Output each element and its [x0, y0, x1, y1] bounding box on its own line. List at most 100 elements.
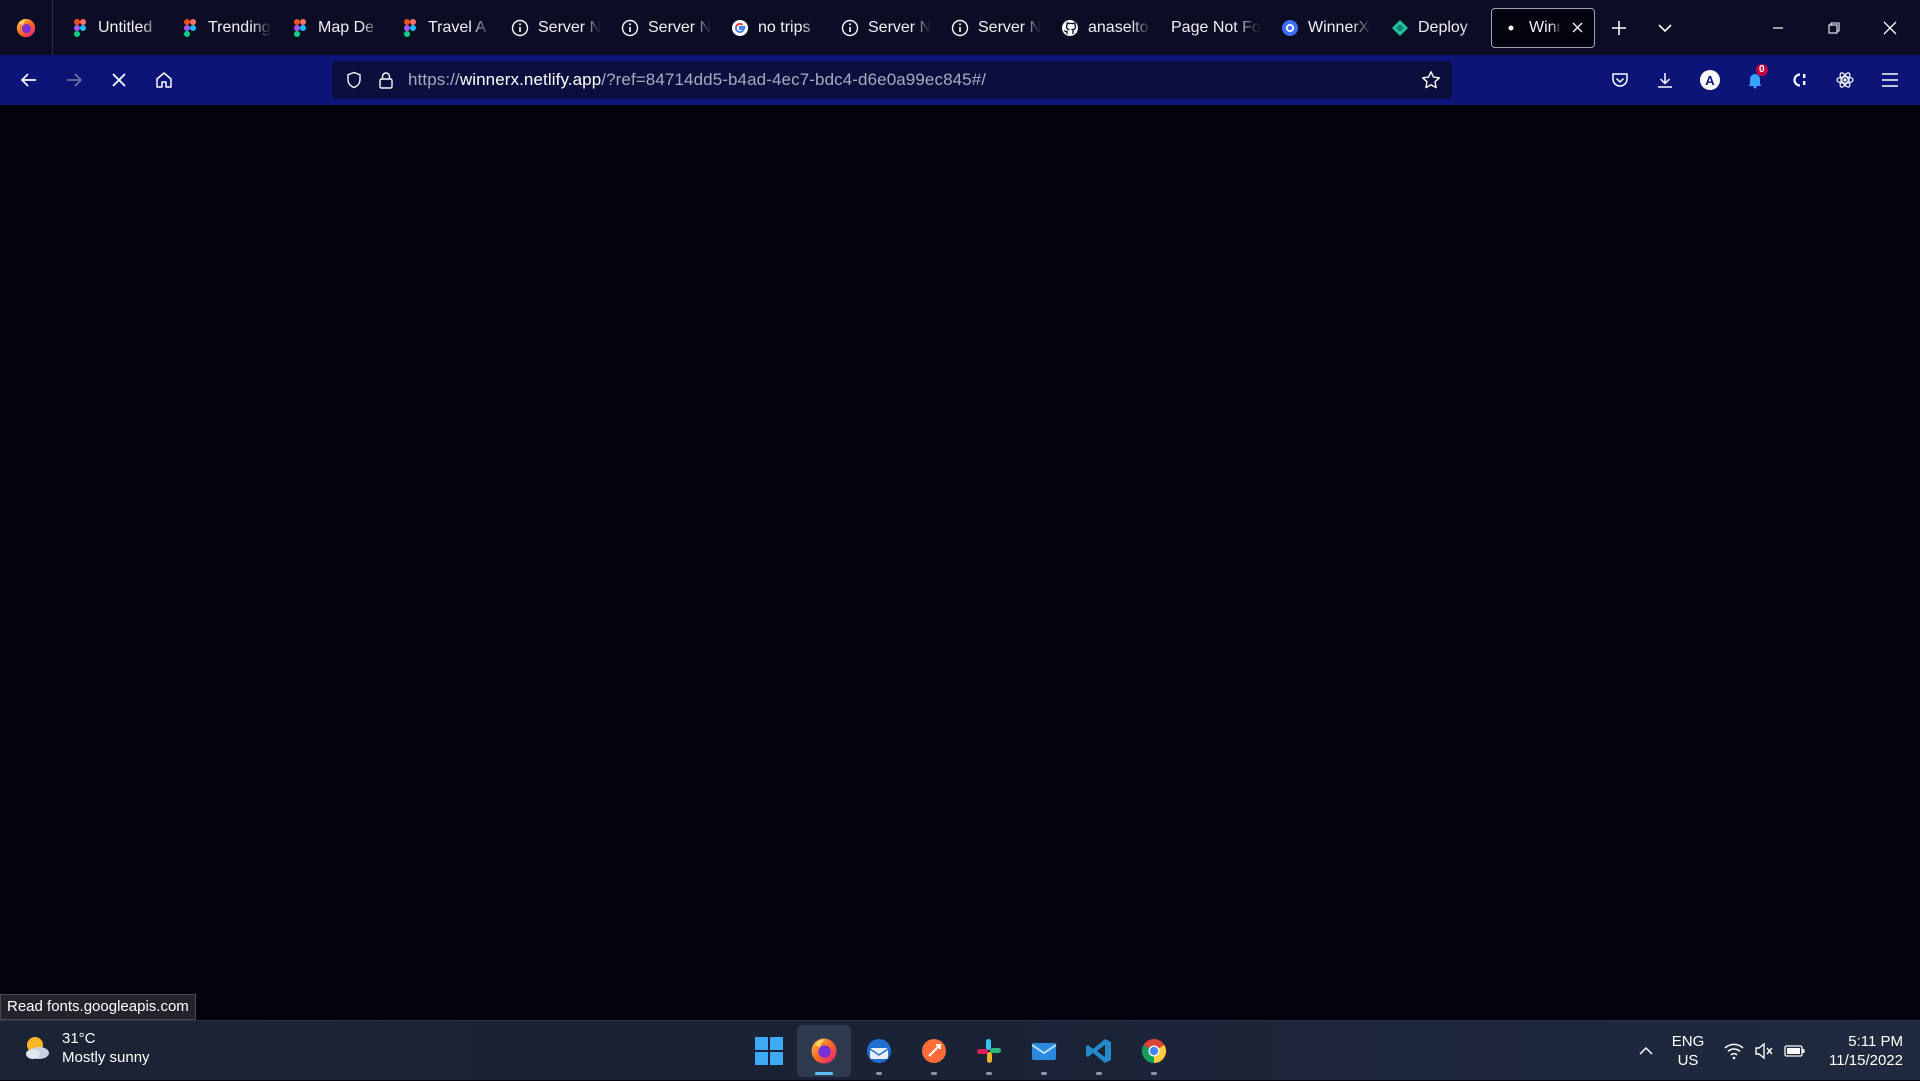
browser-tab[interactable]: Server N: [831, 8, 941, 48]
tab-title: Server N: [868, 18, 931, 36]
weather-widget[interactable]: 31°C Mostly sunny: [22, 1029, 150, 1067]
network-status[interactable]: [1720, 1021, 1748, 1081]
close-icon: [1883, 21, 1897, 34]
downloads-button[interactable]: [1645, 55, 1685, 105]
list-all-tabs-button[interactable]: [1653, 16, 1677, 40]
winnerx-icon: [1281, 19, 1299, 37]
browser-tab[interactable]: WinnerX: [1271, 8, 1381, 48]
info-icon: [951, 19, 969, 37]
taskbar-postman[interactable]: [907, 1025, 961, 1077]
browser-tab[interactable]: Winne: [1491, 7, 1595, 48]
speaker-muted-icon: [1755, 1042, 1773, 1060]
site-security-lock[interactable]: [372, 61, 400, 99]
taskbar-firefox[interactable]: [797, 1025, 851, 1077]
tab-title: Server N: [648, 18, 711, 36]
css-scan-icon: [1793, 73, 1806, 87]
slack-icon: [977, 1039, 1001, 1063]
url-host: winnerx.netlify.app: [459, 70, 602, 89]
chevron-up-icon: [1639, 1046, 1653, 1055]
battery-status[interactable]: [1780, 1021, 1810, 1081]
start-button[interactable]: [742, 1025, 796, 1077]
home-button[interactable]: [146, 55, 182, 105]
loading-dot-icon: [1502, 19, 1520, 37]
url-bar[interactable]: https://winnerx.netlify.app/?ref=84714dd…: [332, 61, 1452, 99]
info-icon: [841, 19, 859, 37]
browser-tab[interactable]: Page Not Fo: [1161, 8, 1271, 48]
new-tab-button[interactable]: [1607, 16, 1631, 40]
figma-icon: [401, 18, 419, 37]
tab-strip: Untitled Trending Map De Travel A Server N Se…: [0, 0, 1920, 55]
firefox-menu-logo[interactable]: [0, 0, 53, 55]
shield-icon: [347, 71, 361, 89]
app-menu-button[interactable]: [1870, 55, 1910, 105]
home-icon: [156, 72, 172, 88]
minimize-button[interactable]: [1750, 0, 1806, 55]
volume-status[interactable]: [1750, 1021, 1778, 1081]
tab-title: Page Not Fo: [1171, 18, 1261, 36]
taskbar-chrome[interactable]: [1127, 1025, 1181, 1077]
input-language-indicator[interactable]: ENG US: [1666, 1021, 1710, 1081]
extension-button-c[interactable]: [1780, 55, 1820, 105]
info-icon: [511, 19, 529, 37]
close-window-button[interactable]: [1862, 0, 1918, 55]
arrow-right-icon: [67, 73, 83, 87]
arrow-left-icon: [20, 73, 36, 87]
browser-tab[interactable]: anaselto: [1051, 8, 1161, 48]
url-text[interactable]: https://winnerx.netlify.app/?ref=84714dd…: [408, 61, 986, 99]
close-tab-icon[interactable]: [1570, 22, 1584, 33]
tracking-protection-shield[interactable]: [338, 61, 370, 99]
restore-button[interactable]: [1806, 0, 1862, 55]
browser-tab[interactable]: no trips: [721, 8, 831, 48]
tab-title: Server N: [538, 18, 601, 36]
thunderbird-icon: [867, 1039, 891, 1063]
taskbar-vscode[interactable]: [1072, 1025, 1126, 1077]
bookmark-star-button[interactable]: [1414, 61, 1448, 99]
pocket-button[interactable]: [1600, 55, 1640, 105]
google-icon: [731, 19, 749, 37]
figma-icon: [291, 18, 309, 37]
taskbar-thunderbird[interactable]: [852, 1025, 906, 1077]
browser-tab[interactable]: Travel A: [391, 8, 501, 48]
firefox-icon: [16, 18, 36, 37]
forward-button[interactable]: [56, 55, 92, 105]
tab-list: Untitled Trending Map De Travel A Server N Se…: [53, 0, 1595, 55]
keyboard-layout: US: [1677, 1052, 1699, 1069]
browser-tab[interactable]: Untitled: [61, 8, 171, 48]
stop-loading-button[interactable]: [101, 55, 137, 105]
back-button[interactable]: [11, 55, 47, 105]
react-devtools-icon: [1836, 72, 1854, 88]
taskbar-mail[interactable]: [1017, 1025, 1071, 1077]
browser-tab[interactable]: Trending: [171, 8, 281, 48]
browser-tab[interactable]: Map De: [281, 8, 391, 48]
figma-icon: [71, 18, 89, 37]
taskbar-slack[interactable]: [962, 1025, 1016, 1077]
extension-button-notifier[interactable]: 0: [1735, 55, 1775, 105]
windows-taskbar: 31°C Mostly sunny ENG US 5:11 PM 11/15/2…: [0, 1020, 1920, 1080]
account-button[interactable]: A: [1690, 55, 1730, 105]
extension-button-react[interactable]: [1825, 55, 1865, 105]
browser-tab[interactable]: Server N: [501, 8, 611, 48]
tab-title: anaselto: [1088, 18, 1149, 36]
browser-tab[interactable]: Server N: [941, 8, 1051, 48]
running-indicator: [931, 1072, 937, 1075]
chevron-down-icon: [1658, 23, 1672, 32]
page-content: [0, 105, 1920, 1020]
figma-icon: [181, 18, 199, 37]
tab-title: Deploy: [1418, 18, 1468, 36]
tab-title: Server N: [978, 18, 1041, 36]
clock-date: 11/15/2022: [1829, 1052, 1903, 1069]
tab-title: Trending: [208, 18, 271, 36]
browser-tab[interactable]: Deploy: [1381, 8, 1491, 48]
show-hidden-icons-button[interactable]: [1632, 1021, 1660, 1081]
clock[interactable]: 5:11 PM 11/15/2022: [1818, 1021, 1914, 1081]
clock-time: 5:11 PM: [1848, 1033, 1903, 1050]
minimize-icon: [1773, 26, 1783, 29]
url-path: /?ref=84714dd5-b4ad-4ec7-bdc4-d6e0a99ec8…: [601, 70, 987, 89]
close-icon: [112, 73, 126, 87]
chrome-icon: [1141, 1039, 1167, 1063]
lock-icon: [379, 72, 393, 89]
running-indicator: [1096, 1072, 1102, 1075]
browser-tab[interactable]: Server N: [611, 8, 721, 48]
tab-title: Map De: [318, 18, 375, 36]
tab-title: WinnerX: [1308, 18, 1370, 36]
